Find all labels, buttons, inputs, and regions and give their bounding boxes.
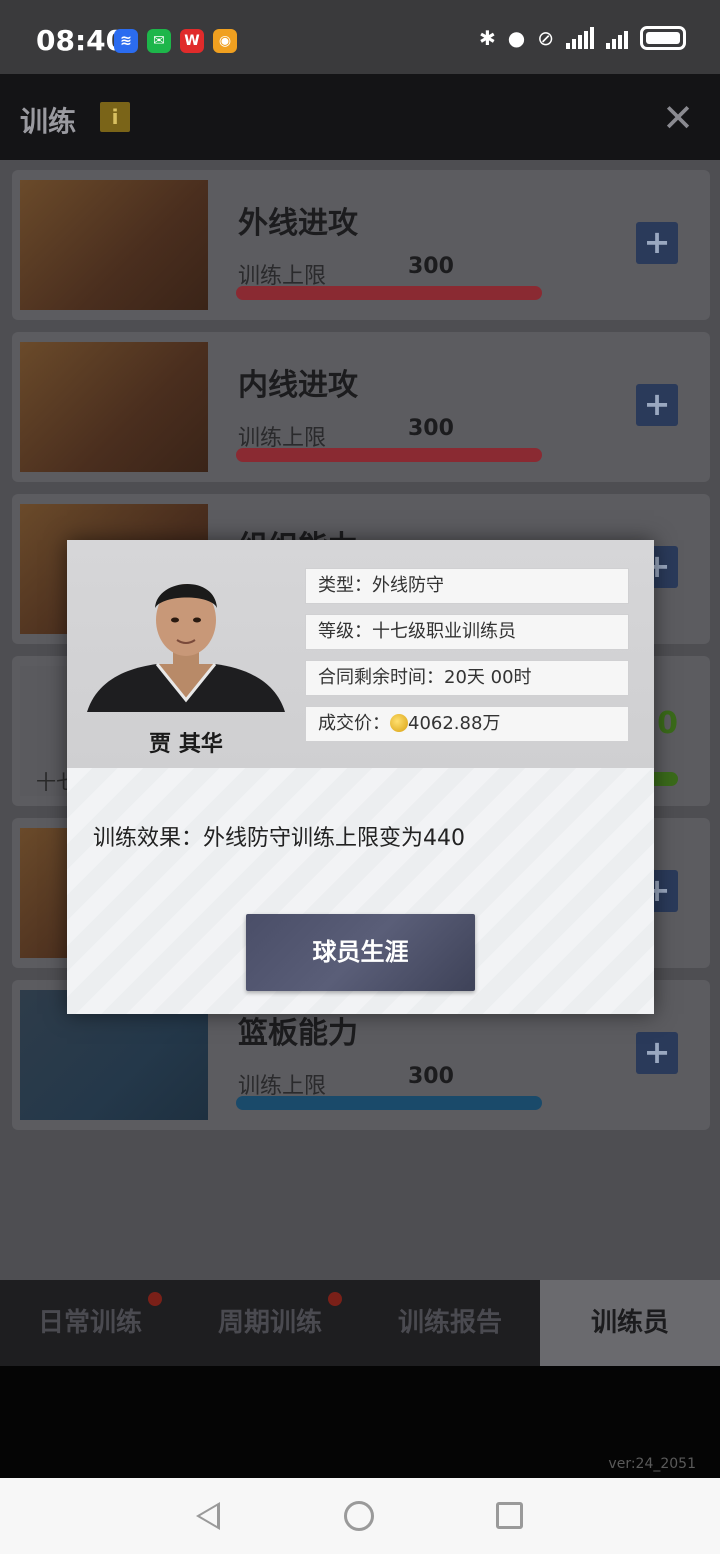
signal-icon-2 (606, 27, 628, 49)
status-bar: 08:40 ≋ ✉ W ◉ ✱ ● ⊘ (0, 0, 720, 74)
bluetooth-icon: ✱ (479, 26, 496, 50)
limit-value: 300 (408, 416, 454, 441)
limit-value: 300 (408, 1064, 454, 1089)
price-value: 4062.88万 (408, 713, 501, 734)
tab-period-training[interactable]: 周期训练 (180, 1280, 360, 1366)
trainer-level: 等级：十七级职业训练员 (305, 614, 629, 650)
trainer-type: 类型：外线防守 (305, 568, 629, 604)
trade-price: 成交价： 4062.88万 (305, 706, 629, 742)
recent-apps-icon[interactable] (496, 1502, 523, 1529)
progress-bar (236, 1096, 542, 1110)
training-name: 篮板能力 (238, 1016, 358, 1051)
system-nav-bar (0, 1478, 720, 1554)
close-icon[interactable]: ✕ (662, 96, 694, 140)
progress-bar (236, 448, 542, 462)
training-name: 外线进攻 (238, 206, 358, 241)
mute-bell-icon: ⊘ (537, 26, 554, 50)
training-card: 外线进攻 训练上限 300 + (12, 170, 710, 320)
training-thumbnail (20, 180, 208, 310)
bottom-strip: ver:24_2051 (0, 1366, 720, 1478)
coin-icon (390, 714, 408, 732)
info-icon[interactable]: i (100, 102, 130, 132)
training-name: 内线进攻 (238, 368, 358, 403)
contract-remaining: 合同剩余时间：20天 00时 (305, 660, 629, 696)
training-effect: 训练效果：外线防守训练上限变为440 (93, 826, 465, 851)
tab-label: 训练员 (590, 1308, 669, 1338)
wps-icon: W (180, 29, 204, 53)
tab-label: 周期训练 (217, 1308, 322, 1338)
home-icon[interactable] (344, 1501, 374, 1531)
tab-trainer[interactable]: 训练员 (540, 1280, 720, 1366)
trainer-detail-dialog: 贾 其华 类型：外线防守 等级：十七级职业训练员 合同剩余时间：20天 00时 … (67, 540, 654, 1014)
status-app-icons: ≋ ✉ W ◉ (114, 29, 237, 53)
version-label: ver:24_2051 (608, 1456, 696, 1472)
status-right-icons: ✱ ● ⊘ (479, 26, 686, 50)
dialog-header: 贾 其华 类型：外线防守 等级：十七级职业训练员 合同剩余时间：20天 00时 … (67, 540, 654, 768)
progress-bar (236, 286, 542, 300)
bottom-tabs: 日常训练 周期训练 训练报告 训练员 (0, 1280, 720, 1366)
wechat-icon: ✉ (147, 29, 171, 53)
card-value: 0 (657, 706, 678, 741)
tab-daily-training[interactable]: 日常训练 (0, 1280, 180, 1366)
back-icon[interactable] (196, 1502, 220, 1530)
limit-value: 300 (408, 254, 454, 279)
player-career-button[interactable]: 球员生涯 (246, 914, 475, 991)
add-button[interactable]: + (636, 1032, 678, 1074)
microphone-icon: ● (507, 26, 526, 50)
tab-training-report[interactable]: 训练报告 (360, 1280, 540, 1366)
tab-label: 训练报告 (397, 1308, 502, 1338)
signal-icon (566, 27, 594, 49)
training-thumbnail (20, 342, 208, 472)
tab-label: 日常训练 (37, 1308, 142, 1338)
add-button[interactable]: + (636, 222, 678, 264)
trainer-avatar (87, 583, 285, 712)
training-card: 内线进攻 训练上限 300 + (12, 332, 710, 482)
app-header: 训练 i ✕ (0, 74, 720, 160)
add-button[interactable]: + (636, 384, 678, 426)
price-label: 成交价： (318, 713, 390, 734)
page-title: 训练 (20, 105, 77, 138)
feishu-icon: ≋ (114, 29, 138, 53)
trainer-name: 贾 其华 (149, 732, 223, 757)
status-time: 08:40 (36, 24, 126, 57)
notification-dot (148, 1292, 162, 1306)
weibo-icon: ◉ (213, 29, 237, 53)
battery-icon (640, 26, 686, 50)
notification-dot (328, 1292, 342, 1306)
